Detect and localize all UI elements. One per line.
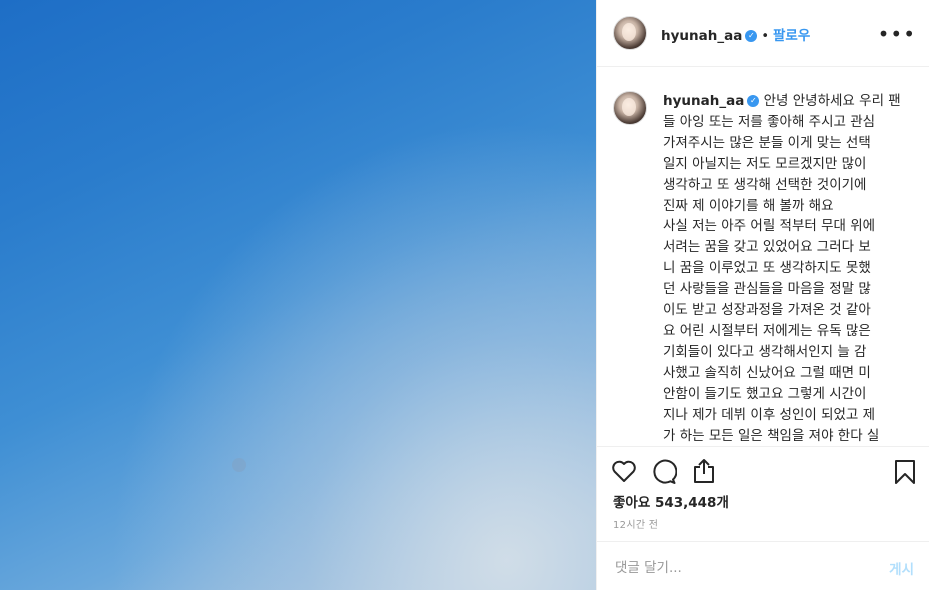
caption-line: 생각하고 또 생각해 선택한 것이기에 xyxy=(663,176,867,193)
heart-icon[interactable] xyxy=(611,459,637,487)
header-user-row: hyunah_aa ✓ • 팔로우 xyxy=(661,24,810,44)
comment-box: 게시 xyxy=(597,541,929,592)
caption-avatar[interactable] xyxy=(613,91,647,125)
caption-line: 안녕 안녕하세요 우리 팬 xyxy=(763,93,901,109)
caption-body: 안녕 안녕하세요 우리 팬들 아잉 또는 저를 좋아해 주시고 관심가져주시는 … xyxy=(663,93,901,446)
caption-line: 가져주시는 많은 분들 이게 맞는 선택 xyxy=(663,134,871,151)
share-icon[interactable] xyxy=(692,458,716,488)
post-side-panel: hyunah_aa ✓ • 팔로우 ••• hyunah_aa ✓ 안녕 안녕하세요 우… xyxy=(596,0,929,590)
caption-line: 기회들이 있다고 생각해서인지 늘 감 xyxy=(663,343,867,360)
caption-line: 요 어린 시절부터 저에게는 유독 많은 xyxy=(663,322,871,339)
post-header: hyunah_aa ✓ • 팔로우 ••• xyxy=(597,0,929,67)
likes-count[interactable]: 좋아요 543,448개 xyxy=(613,491,729,511)
caption-text: hyunah_aa ✓ 안녕 안녕하세요 우리 팬들 아잉 또는 저를 좋아해 주… xyxy=(663,91,915,446)
caption-line: 니 꿈을 이루었고 또 생각하지도 못했 xyxy=(663,260,871,277)
header-username[interactable]: hyunah_aa xyxy=(661,28,742,44)
caption-verified-badge-icon: ✓ xyxy=(747,95,760,107)
header-avatar[interactable] xyxy=(613,16,647,50)
actions-section: 좋아요 543,448개 12시간 전 게시 xyxy=(597,446,929,591)
caption-line: 서려는 꿈을 갖고 있었어요 그러다 보 xyxy=(663,239,871,256)
header-separator: • xyxy=(761,29,769,44)
verified-badge-icon: ✓ xyxy=(745,29,758,42)
post-comment-button[interactable]: 게시 xyxy=(889,558,914,578)
comment-icon[interactable] xyxy=(651,459,678,489)
post-photo[interactable] xyxy=(0,0,596,590)
caption-line: 안함이 들기도 했고요 그렇게 시간이 xyxy=(663,385,867,402)
caption-line: 이도 받고 성장과정을 가져온 것 같아 xyxy=(663,302,871,319)
caption-line: 들 아잉 또는 저를 좋아해 주시고 관심 xyxy=(663,113,876,130)
follow-button[interactable]: 팔로우 xyxy=(773,28,810,44)
caption-line: 진짜 제 이야기를 해 볼까 해요 xyxy=(663,197,834,214)
photo-speck xyxy=(232,458,246,472)
comment-input[interactable] xyxy=(613,556,867,580)
caption-line: 사했고 솔직히 신났어요 그럴 때면 미 xyxy=(663,364,871,381)
caption-line: 사실 저는 아주 어릴 적부터 무대 위에 xyxy=(663,218,876,235)
post-timestamp[interactable]: 12시간 전 xyxy=(613,516,658,531)
caption-line: 던 사랑들을 관심들을 마음을 정말 많 xyxy=(663,281,871,298)
caption-line: 지나 제가 데뷔 이후 성인이 되었고 제 xyxy=(663,406,876,423)
caption-username[interactable]: hyunah_aa xyxy=(663,93,744,109)
caption-line: 가 하는 모든 일은 책임을 져야 한다 실 xyxy=(663,427,880,444)
caption-area[interactable]: hyunah_aa ✓ 안녕 안녕하세요 우리 팬들 아잉 또는 저를 좋아해 주… xyxy=(597,67,929,446)
bookmark-icon[interactable] xyxy=(894,459,916,489)
more-options-icon[interactable]: ••• xyxy=(878,22,916,46)
caption-line: 일지 아닐지는 저도 모르겠지만 많이 xyxy=(663,155,867,172)
